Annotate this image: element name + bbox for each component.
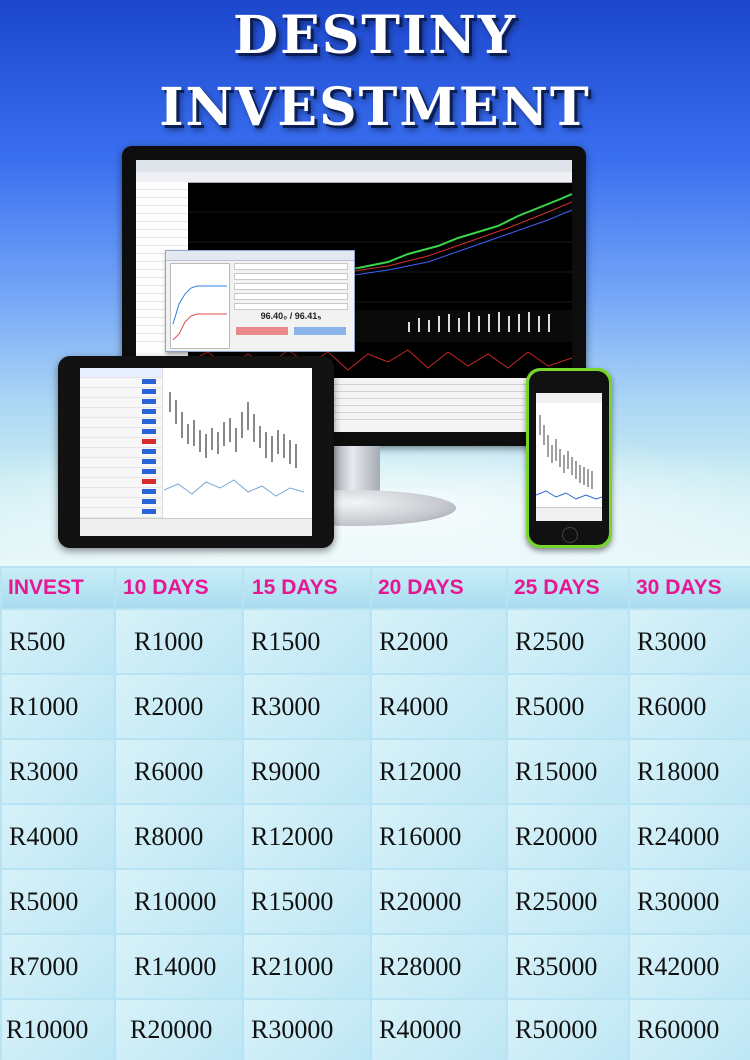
table-cell: R14000: [114, 933, 244, 1000]
order-dialog-titlebar: [166, 251, 354, 261]
table-row: R10000 R20000 R30000 R40000 R50000 R6000…: [0, 998, 750, 1060]
header-20-days: 20 DAYS: [370, 566, 508, 610]
header-10-days: 10 DAYS: [114, 566, 244, 610]
table-cell: R15000: [506, 738, 630, 805]
tablet-device: [58, 356, 334, 548]
table-cell: R5000: [0, 868, 116, 935]
table-row: R4000 R8000 R12000 R16000 R20000 R24000: [0, 803, 750, 870]
table-cell: R6000: [628, 673, 750, 740]
table-cell: R7000: [0, 933, 116, 1000]
phone-screen: [536, 393, 602, 521]
phone-header-bar: [536, 393, 602, 403]
order-fields: [234, 263, 348, 313]
table-cell: R60000: [628, 998, 750, 1060]
table-row: R3000 R6000 R9000 R12000 R15000 R18000: [0, 738, 750, 805]
monitor-stand: [330, 446, 380, 494]
table-cell: R1000: [0, 673, 116, 740]
table-cell: R42000: [628, 933, 750, 1000]
table-cell: R8000: [114, 803, 244, 870]
table-cell: R3000: [628, 608, 750, 675]
tablet-tab-bar: [80, 518, 312, 536]
table-row: R5000 R10000 R15000 R20000 R25000 R30000: [0, 868, 750, 935]
returns-table: INVEST 10 DAYS 15 DAYS 20 DAYS 25 DAYS 3…: [0, 566, 750, 1060]
table-cell: R2500: [506, 608, 630, 675]
table-row: R1000 R2000 R3000 R4000 R5000 R6000: [0, 673, 750, 740]
table-cell: R20000: [506, 803, 630, 870]
tablet-price-chart: [164, 392, 305, 497]
order-tick-chart: [170, 263, 230, 349]
title-line-2: INVESTMENT: [159, 77, 591, 138]
header-25-days: 25 DAYS: [506, 566, 630, 610]
table-cell: R6000: [114, 738, 244, 805]
table-cell: R500: [0, 608, 116, 675]
table-cell: R21000: [242, 933, 372, 1000]
header-15-days: 15 DAYS: [242, 566, 372, 610]
smartphone-device: [526, 368, 612, 548]
table-cell: R3000: [242, 673, 372, 740]
table-cell: R1500: [242, 608, 372, 675]
table-cell: R35000: [506, 933, 630, 1000]
table-cell: R2000: [370, 608, 508, 675]
app-titlebar: [136, 160, 572, 172]
table-cell: R25000: [506, 868, 630, 935]
sell-by-market-button: [236, 327, 288, 335]
table-cell: R15000: [242, 868, 372, 935]
table-cell: R24000: [628, 803, 750, 870]
table-cell: R30000: [628, 868, 750, 935]
table-cell: R4000: [370, 673, 508, 740]
buy-by-market-button: [294, 327, 346, 335]
table-cell: R10000: [0, 998, 116, 1060]
table-cell: R3000: [0, 738, 116, 805]
tablet-screen: [80, 368, 312, 536]
table-cell: R30000: [242, 998, 372, 1060]
table-cell: R20000: [114, 998, 244, 1060]
home-button-icon: [562, 527, 578, 543]
table-cell: R28000: [370, 933, 508, 1000]
table-cell: R5000: [506, 673, 630, 740]
table-cell: R2000: [114, 673, 244, 740]
order-dialog: 96.40₀ / 96.41₅: [165, 250, 355, 352]
table-cell: R9000: [242, 738, 372, 805]
table-cell: R16000: [370, 803, 508, 870]
order-price: 96.40₀ / 96.41₅: [260, 311, 322, 321]
table-cell: R40000: [370, 998, 508, 1060]
header-30-days: 30 DAYS: [628, 566, 750, 610]
title-line-1: DESTINY: [233, 5, 517, 66]
table-cell: R1000: [114, 608, 244, 675]
table-row: R500 R1000 R1500 R2000 R2500 R3000: [0, 608, 750, 675]
table-header-row: INVEST 10 DAYS 15 DAYS 20 DAYS 25 DAYS 3…: [0, 566, 750, 610]
table-cell: R18000: [628, 738, 750, 805]
table-cell: R50000: [506, 998, 630, 1060]
table-cell: R20000: [370, 868, 508, 935]
returns-table-section: INVEST 10 DAYS 15 DAYS 20 DAYS 25 DAYS 3…: [0, 566, 750, 1060]
table-cell: R12000: [242, 803, 372, 870]
table-cell: R4000: [0, 803, 116, 870]
quotes-list: [80, 368, 163, 528]
hero-banner: DESTINY INVESTMENT 96.40₀ / 96.41₅: [0, 0, 750, 568]
header-invest: INVEST: [0, 566, 116, 610]
table-cell: R12000: [370, 738, 508, 805]
phone-price-chart: [536, 415, 602, 500]
phone-tab-bar: [536, 507, 602, 521]
table-row: R7000 R14000 R21000 R28000 R35000 R42000: [0, 933, 750, 1000]
table-cell: R10000: [114, 868, 244, 935]
